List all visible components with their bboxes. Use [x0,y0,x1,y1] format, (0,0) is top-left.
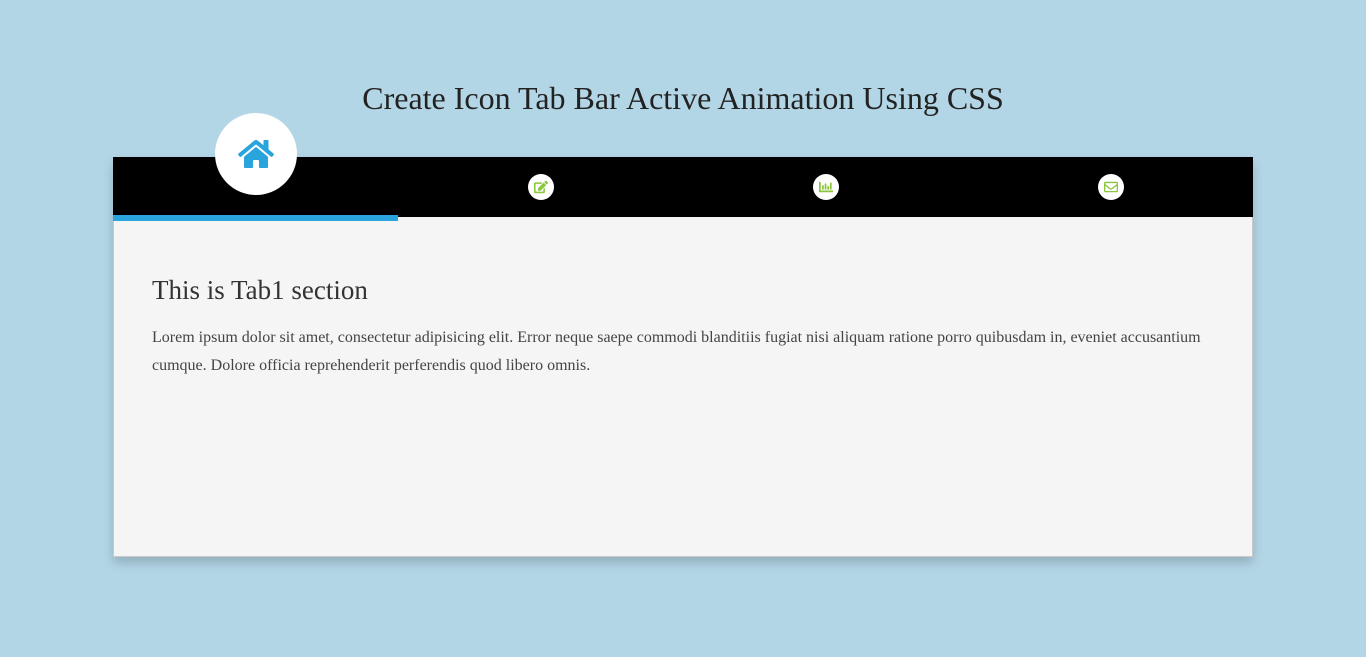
envelope-icon [1098,174,1124,200]
tab-edit[interactable] [398,157,683,217]
content-body: Lorem ipsum dolor sit amet, consectetur … [152,324,1214,380]
tab-envelope[interactable] [968,157,1253,217]
active-tab-indicator [113,215,398,221]
tab-chart[interactable] [683,157,968,217]
home-icon [215,113,297,195]
edit-icon [528,174,554,200]
chart-icon [813,174,839,200]
tabbar [113,157,1253,217]
tab-home[interactable] [113,157,398,217]
tab-card: This is Tab1 section Lorem ipsum dolor s… [113,157,1253,557]
tab-content-panel: This is Tab1 section Lorem ipsum dolor s… [113,217,1253,557]
page-title: Create Icon Tab Bar Active Animation Usi… [0,0,1366,157]
content-heading: This is Tab1 section [152,275,1214,306]
